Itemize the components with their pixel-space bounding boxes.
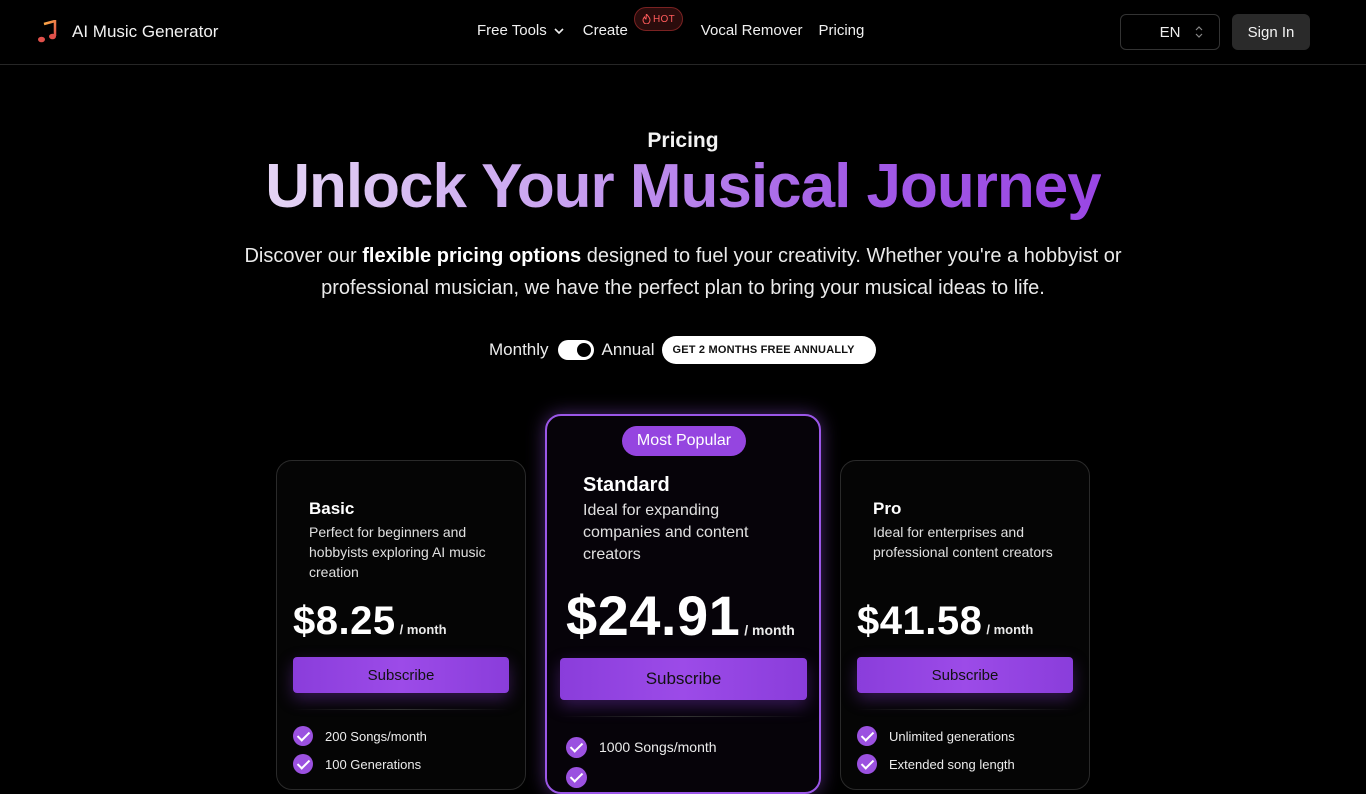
- page-title: Unlock Your Musical Journey: [0, 152, 1366, 222]
- billing-period-switch[interactable]: [557, 340, 594, 360]
- plan-name: Basic: [309, 499, 355, 518]
- hot-badge: HOT: [634, 7, 683, 31]
- price-amount: $24.91: [566, 584, 741, 647]
- feature-list: 200 Songs/month 100 Generations: [293, 722, 427, 778]
- plan-card-pro: Pro Ideal for enterprises and profession…: [840, 460, 1090, 790]
- check-icon: [293, 726, 313, 746]
- nav-pricing[interactable]: Pricing: [819, 22, 865, 39]
- check-icon: [566, 736, 587, 758]
- flame-icon: [642, 14, 651, 24]
- feature-label: 100 Generations: [325, 756, 422, 772]
- price-amount: $8.25: [293, 599, 396, 643]
- plan-name: Pro: [873, 499, 902, 518]
- plan-description: Ideal for expanding companies and conten…: [583, 502, 749, 563]
- plan-card-standard: Most Popular Standard Ideal for expandin…: [545, 414, 821, 794]
- billing-toggle-row: Monthly Annual GET 2 MONTHS FREE ANNUALL…: [489, 336, 876, 364]
- price-period: / month: [986, 622, 1034, 637]
- hot-badge-label: HOT: [652, 13, 675, 25]
- subscribe-button-pro[interactable]: Subscribe: [857, 657, 1073, 693]
- nav-vocal-remover-label: Vocal Remover: [700, 22, 803, 39]
- sign-in-button[interactable]: Sign In: [1232, 14, 1310, 50]
- feature-item: [566, 762, 717, 792]
- subscribe-button-standard[interactable]: Subscribe: [560, 658, 807, 700]
- feature-item: 1000 Songs/month: [566, 732, 717, 762]
- brand-link[interactable]: AI Music Generator: [37, 20, 218, 44]
- nav-create-label: Create: [582, 22, 628, 39]
- section-eyebrow: Pricing: [647, 129, 719, 152]
- language-value: EN: [1159, 23, 1181, 41]
- feature-label: Extended song length: [889, 756, 1015, 772]
- main-nav: Free Tools Create HOT Vocal Remover Pric…: [477, 7, 865, 39]
- billing-monthly-label[interactable]: Monthly: [489, 340, 549, 360]
- subscribe-button-basic[interactable]: Subscribe: [293, 657, 509, 693]
- feature-list: 1000 Songs/month: [566, 732, 717, 792]
- feature-label: 200 Songs/month: [325, 728, 427, 744]
- check-icon: [857, 726, 877, 746]
- chevron-down-icon: [554, 27, 564, 34]
- plan-card-basic: Basic Perfect for beginners and hobbyist…: [276, 460, 526, 790]
- check-icon: [857, 754, 877, 774]
- feature-label: 1000 Songs/month: [599, 739, 717, 755]
- feature-item: Extended song length: [857, 750, 1015, 778]
- feature-item: 100 Generations: [293, 750, 427, 778]
- price-period: / month: [744, 622, 795, 638]
- nav-free-tools[interactable]: Free Tools: [477, 22, 565, 39]
- page-subtitle: Discover our flexible pricing options de…: [200, 240, 1166, 304]
- plan-description: Perfect for beginners and hobbyists expl…: [309, 524, 486, 580]
- card-divider: [560, 716, 807, 717]
- check-icon: [566, 766, 587, 788]
- nav-free-tools-label: Free Tools: [477, 22, 547, 39]
- nav-create[interactable]: Create: [583, 22, 628, 39]
- most-popular-badge: Most Popular: [622, 426, 746, 456]
- music-note-icon: [38, 20, 57, 43]
- brand-name: AI Music Generator: [72, 22, 219, 41]
- feature-label: Unlimited generations: [889, 728, 1015, 744]
- feature-list: Unlimited generations Extended song leng…: [857, 722, 1015, 778]
- page-title-text: Unlock Your Musical Journey: [265, 152, 1101, 221]
- plan-description: Ideal for enterprises and professional c…: [873, 524, 1053, 560]
- billing-annual-label[interactable]: Annual: [602, 340, 655, 360]
- nav-vocal-remover[interactable]: Vocal Remover: [701, 22, 803, 39]
- card-divider: [293, 709, 509, 710]
- top-navbar: AI Music Generator Free Tools Create HOT…: [0, 0, 1366, 65]
- select-updown-icon: [1195, 26, 1203, 38]
- feature-item: 200 Songs/month: [293, 722, 427, 750]
- plan-price: $8.25 / month: [293, 599, 447, 644]
- annual-promo-badge: GET 2 MONTHS FREE ANNUALLY: [662, 336, 876, 364]
- plan-name: Standard: [583, 474, 670, 496]
- plan-price: $41.58 / month: [857, 599, 1033, 644]
- price-amount: $41.58: [857, 599, 983, 643]
- card-divider: [857, 709, 1073, 710]
- check-icon: [293, 754, 313, 774]
- feature-item: Unlimited generations: [857, 722, 1015, 750]
- subtitle-prefix: Discover our: [244, 245, 363, 267]
- nav-pricing-label: Pricing: [818, 22, 865, 39]
- plan-price: $24.91 / month: [566, 583, 795, 648]
- subtitle-bold: flexible pricing options: [362, 245, 582, 267]
- price-period: / month: [399, 622, 447, 637]
- language-select[interactable]: EN: [1120, 14, 1220, 50]
